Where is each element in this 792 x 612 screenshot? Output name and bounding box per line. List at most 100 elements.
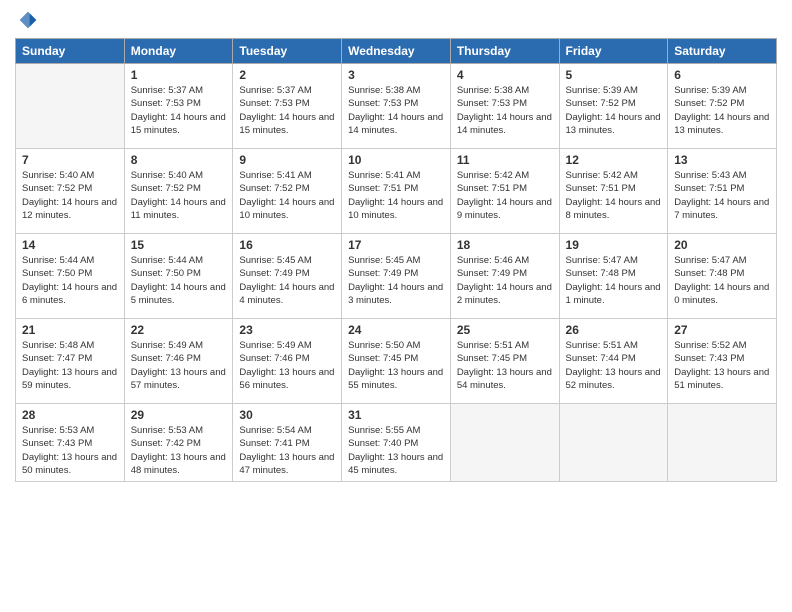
calendar-cell: 14 Sunrise: 5:44 AM Sunset: 7:50 PM Dayli… [16, 234, 125, 319]
day-number: 27 [674, 323, 770, 337]
calendar-cell: 20 Sunrise: 5:47 AM Sunset: 7:48 PM Dayli… [668, 234, 777, 319]
calendar-cell: 21 Sunrise: 5:48 AM Sunset: 7:47 PM Dayli… [16, 319, 125, 404]
calendar-cell: 22 Sunrise: 5:49 AM Sunset: 7:46 PM Dayli… [124, 319, 233, 404]
day-info: Sunrise: 5:53 AM Sunset: 7:42 PM Dayligh… [131, 424, 227, 477]
calendar-cell: 30 Sunrise: 5:54 AM Sunset: 7:41 PM Dayli… [233, 404, 342, 482]
day-number: 25 [457, 323, 553, 337]
calendar-header-row: SundayMondayTuesdayWednesdayThursdayFrid… [16, 39, 777, 64]
day-number: 19 [566, 238, 662, 252]
calendar-cell: 13 Sunrise: 5:43 AM Sunset: 7:51 PM Dayli… [668, 149, 777, 234]
calendar-week-row: 1 Sunrise: 5:37 AM Sunset: 7:53 PM Daylig… [16, 64, 777, 149]
day-info: Sunrise: 5:47 AM Sunset: 7:48 PM Dayligh… [674, 254, 770, 307]
day-info: Sunrise: 5:43 AM Sunset: 7:51 PM Dayligh… [674, 169, 770, 222]
day-info: Sunrise: 5:48 AM Sunset: 7:47 PM Dayligh… [22, 339, 118, 392]
day-number: 10 [348, 153, 444, 167]
day-info: Sunrise: 5:44 AM Sunset: 7:50 PM Dayligh… [22, 254, 118, 307]
day-info: Sunrise: 5:37 AM Sunset: 7:53 PM Dayligh… [131, 84, 227, 137]
calendar-cell: 6 Sunrise: 5:39 AM Sunset: 7:52 PM Daylig… [668, 64, 777, 149]
day-info: Sunrise: 5:37 AM Sunset: 7:53 PM Dayligh… [239, 84, 335, 137]
calendar-cell [16, 64, 125, 149]
calendar-cell: 25 Sunrise: 5:51 AM Sunset: 7:45 PM Dayli… [450, 319, 559, 404]
calendar-cell: 5 Sunrise: 5:39 AM Sunset: 7:52 PM Daylig… [559, 64, 668, 149]
calendar-table: SundayMondayTuesdayWednesdayThursdayFrid… [15, 38, 777, 482]
calendar-week-row: 7 Sunrise: 5:40 AM Sunset: 7:52 PM Daylig… [16, 149, 777, 234]
calendar-cell: 9 Sunrise: 5:41 AM Sunset: 7:52 PM Daylig… [233, 149, 342, 234]
calendar-cell: 31Sunrise: 5:55 AM Sunset: 7:40 PM Dayli… [342, 404, 451, 482]
day-info: Sunrise: 5:42 AM Sunset: 7:51 PM Dayligh… [566, 169, 662, 222]
weekday-header-saturday: Saturday [668, 39, 777, 64]
day-number: 13 [674, 153, 770, 167]
calendar-page: SundayMondayTuesdayWednesdayThursdayFrid… [0, 0, 792, 612]
weekday-header-monday: Monday [124, 39, 233, 64]
day-info: Sunrise: 5:42 AM Sunset: 7:51 PM Dayligh… [457, 169, 553, 222]
day-number: 23 [239, 323, 335, 337]
day-number: 7 [22, 153, 118, 167]
day-number: 16 [239, 238, 335, 252]
day-info: Sunrise: 5:54 AM Sunset: 7:41 PM Dayligh… [239, 424, 335, 477]
calendar-cell: 3 Sunrise: 5:38 AM Sunset: 7:53 PM Daylig… [342, 64, 451, 149]
day-number: 28 [22, 408, 118, 422]
weekday-header-sunday: Sunday [16, 39, 125, 64]
calendar-cell: 1 Sunrise: 5:37 AM Sunset: 7:53 PM Daylig… [124, 64, 233, 149]
day-info: Sunrise: 5:41 AM Sunset: 7:52 PM Dayligh… [239, 169, 335, 222]
calendar-cell: 17Sunrise: 5:45 AM Sunset: 7:49 PM Dayli… [342, 234, 451, 319]
day-number: 22 [131, 323, 227, 337]
calendar-cell: 8 Sunrise: 5:40 AM Sunset: 7:52 PM Daylig… [124, 149, 233, 234]
day-number: 15 [131, 238, 227, 252]
calendar-cell: 29 Sunrise: 5:53 AM Sunset: 7:42 PM Dayli… [124, 404, 233, 482]
day-number: 18 [457, 238, 553, 252]
header [15, 10, 777, 30]
day-number: 20 [674, 238, 770, 252]
logo-icon [18, 10, 38, 30]
day-number: 14 [22, 238, 118, 252]
calendar-cell: 2 Sunrise: 5:37 AM Sunset: 7:53 PM Daylig… [233, 64, 342, 149]
day-info: Sunrise: 5:40 AM Sunset: 7:52 PM Dayligh… [131, 169, 227, 222]
calendar-cell: 15Sunrise: 5:44 AM Sunset: 7:50 PM Dayli… [124, 234, 233, 319]
day-info: Sunrise: 5:55 AM Sunset: 7:40 PM Dayligh… [348, 424, 444, 477]
calendar-cell: 10 Sunrise: 5:41 AM Sunset: 7:51 PM Dayli… [342, 149, 451, 234]
day-info: Sunrise: 5:51 AM Sunset: 7:44 PM Dayligh… [566, 339, 662, 392]
day-number: 2 [239, 68, 335, 82]
day-number: 17 [348, 238, 444, 252]
calendar-cell: 18Sunrise: 5:46 AM Sunset: 7:49 PM Dayli… [450, 234, 559, 319]
calendar-cell: 28 Sunrise: 5:53 AM Sunset: 7:43 PM Dayli… [16, 404, 125, 482]
day-number: 8 [131, 153, 227, 167]
calendar-cell: 27Sunrise: 5:52 AM Sunset: 7:43 PM Dayli… [668, 319, 777, 404]
calendar-cell: 23 Sunrise: 5:49 AM Sunset: 7:46 PM Dayli… [233, 319, 342, 404]
logo [15, 10, 38, 30]
day-info: Sunrise: 5:41 AM Sunset: 7:51 PM Dayligh… [348, 169, 444, 222]
calendar-cell: 12 Sunrise: 5:42 AM Sunset: 7:51 PM Dayli… [559, 149, 668, 234]
day-info: Sunrise: 5:49 AM Sunset: 7:46 PM Dayligh… [131, 339, 227, 392]
day-info: Sunrise: 5:39 AM Sunset: 7:52 PM Dayligh… [566, 84, 662, 137]
day-info: Sunrise: 5:40 AM Sunset: 7:52 PM Dayligh… [22, 169, 118, 222]
day-number: 1 [131, 68, 227, 82]
weekday-header-thursday: Thursday [450, 39, 559, 64]
day-number: 30 [239, 408, 335, 422]
day-number: 3 [348, 68, 444, 82]
day-info: Sunrise: 5:38 AM Sunset: 7:53 PM Dayligh… [457, 84, 553, 137]
day-info: Sunrise: 5:45 AM Sunset: 7:49 PM Dayligh… [239, 254, 335, 307]
day-info: Sunrise: 5:38 AM Sunset: 7:53 PM Dayligh… [348, 84, 444, 137]
day-number: 11 [457, 153, 553, 167]
day-info: Sunrise: 5:47 AM Sunset: 7:48 PM Dayligh… [566, 254, 662, 307]
day-number: 6 [674, 68, 770, 82]
calendar-week-row: 28 Sunrise: 5:53 AM Sunset: 7:43 PM Dayli… [16, 404, 777, 482]
day-number: 4 [457, 68, 553, 82]
day-number: 5 [566, 68, 662, 82]
calendar-cell [450, 404, 559, 482]
calendar-week-row: 14 Sunrise: 5:44 AM Sunset: 7:50 PM Dayli… [16, 234, 777, 319]
calendar-cell: 19 Sunrise: 5:47 AM Sunset: 7:48 PM Dayli… [559, 234, 668, 319]
calendar-cell: 4 Sunrise: 5:38 AM Sunset: 7:53 PM Daylig… [450, 64, 559, 149]
calendar-week-row: 21 Sunrise: 5:48 AM Sunset: 7:47 PM Dayli… [16, 319, 777, 404]
day-number: 21 [22, 323, 118, 337]
day-info: Sunrise: 5:49 AM Sunset: 7:46 PM Dayligh… [239, 339, 335, 392]
calendar-cell: 16 Sunrise: 5:45 AM Sunset: 7:49 PM Dayli… [233, 234, 342, 319]
day-info: Sunrise: 5:51 AM Sunset: 7:45 PM Dayligh… [457, 339, 553, 392]
weekday-header-wednesday: Wednesday [342, 39, 451, 64]
day-number: 12 [566, 153, 662, 167]
day-info: Sunrise: 5:53 AM Sunset: 7:43 PM Dayligh… [22, 424, 118, 477]
day-number: 29 [131, 408, 227, 422]
day-info: Sunrise: 5:39 AM Sunset: 7:52 PM Dayligh… [674, 84, 770, 137]
day-number: 9 [239, 153, 335, 167]
day-info: Sunrise: 5:50 AM Sunset: 7:45 PM Dayligh… [348, 339, 444, 392]
